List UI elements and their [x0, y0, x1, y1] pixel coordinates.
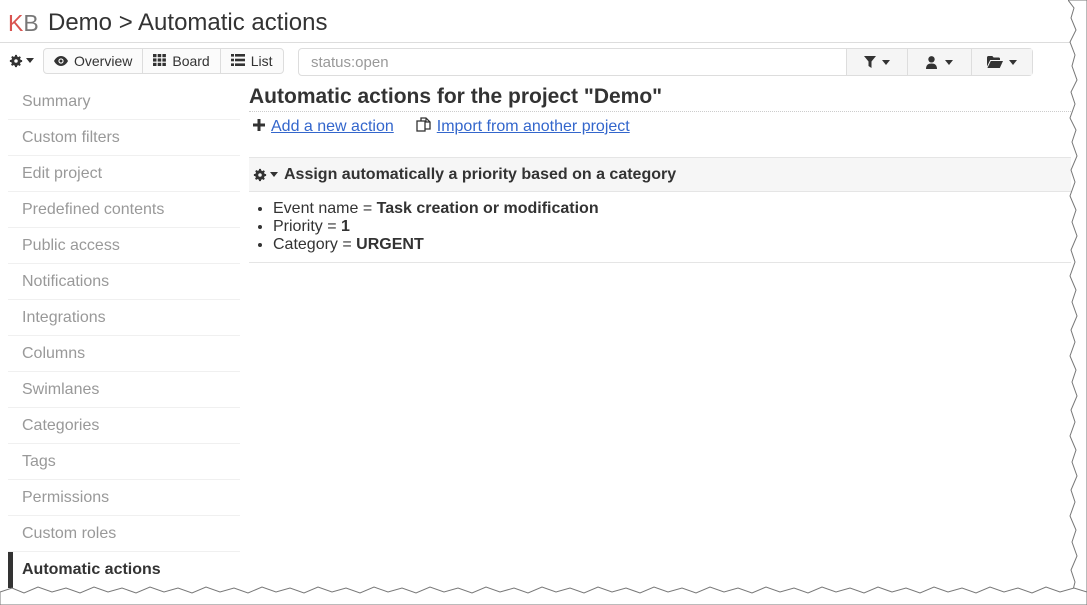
import-action-item: Import from another project [416, 117, 630, 137]
action-title: Assign automatically a priority based on… [284, 165, 677, 183]
automatic-action-card: Assign automatically a priority based on… [249, 157, 1071, 263]
gear-icon [9, 54, 23, 67]
view-board-button[interactable]: Board [143, 49, 221, 73]
filter-dropdown-button[interactable] [846, 49, 907, 75]
action-params-list: Event name = Task creation or modificati… [249, 192, 1071, 262]
page-title: Automatic actions for the project "Demo" [249, 84, 1071, 112]
list-item: Category = URGENT [273, 236, 1071, 254]
user-icon [926, 55, 937, 69]
sidebar-item-categories[interactable]: Categories [8, 408, 240, 444]
sidebar-item-custom-filters[interactable]: Custom filters [8, 120, 240, 156]
list-item: Priority = 1 [273, 218, 1071, 236]
list-icon [230, 53, 245, 69]
search-input[interactable] [299, 49, 846, 75]
eye-icon [54, 54, 68, 69]
plus-icon [253, 118, 265, 136]
sidebar-item-tags[interactable]: Tags [8, 444, 240, 480]
sidebar-item-permissions[interactable]: Permissions [8, 480, 240, 516]
sidebar-item-columns[interactable]: Columns [8, 336, 240, 372]
chevron-down-icon [882, 59, 890, 65]
search-bar [298, 48, 1033, 76]
page-header: KB Demo > Automatic actions [0, 0, 1087, 43]
page-title-breadcrumb: Demo > Automatic actions [48, 9, 328, 36]
action-menu-dropdown[interactable] [253, 168, 278, 182]
main-content: Automatic actions for the project "Demo"… [249, 84, 1071, 263]
folder-open-icon [987, 56, 1003, 68]
import-from-project-link[interactable]: Import from another project [437, 118, 630, 136]
add-new-action-link[interactable]: Add a new action [271, 118, 394, 136]
sidebar-item-summary[interactable]: Summary [8, 84, 240, 120]
sidebar-item-public-access[interactable]: Public access [8, 228, 240, 264]
sidebar-item-edit-project[interactable]: Edit project [8, 156, 240, 192]
chevron-down-icon [1009, 59, 1017, 65]
action-card-header: Assign automatically a priority based on… [249, 158, 1071, 192]
action-links: Add a new action Import from another pro… [249, 114, 1071, 140]
view-list-button[interactable]: List [221, 49, 283, 73]
list-item: Event name = Task creation or modificati… [273, 200, 1071, 218]
project-menu-dropdown[interactable] [9, 52, 39, 72]
project-settings-sidebar: Summary Custom filters Edit project Pred… [8, 84, 240, 588]
sidebar-item-integrations[interactable]: Integrations [8, 300, 240, 336]
sidebar-item-custom-roles[interactable]: Custom roles [8, 516, 240, 552]
project-filter-dropdown-button[interactable] [971, 49, 1032, 75]
sidebar-item-notifications[interactable]: Notifications [8, 264, 240, 300]
gear-icon [253, 168, 267, 181]
view-overview-button[interactable]: Overview [44, 49, 144, 73]
view-switcher: Overview Board List [43, 48, 284, 74]
add-action-item: Add a new action [253, 118, 394, 136]
copy-icon [416, 117, 431, 137]
sidebar-item-automatic-actions[interactable]: Automatic actions [8, 552, 240, 588]
kanboard-logo[interactable]: KB [8, 10, 39, 36]
chevron-down-icon [270, 172, 278, 177]
grid-icon [153, 53, 167, 69]
sidebar-item-swimlanes[interactable]: Swimlanes [8, 372, 240, 408]
chevron-down-icon [26, 58, 34, 64]
filter-icon [864, 56, 876, 68]
user-filter-dropdown-button[interactable] [907, 49, 971, 75]
chevron-down-icon [945, 59, 953, 65]
sidebar-item-predefined-contents[interactable]: Predefined contents [8, 192, 240, 228]
